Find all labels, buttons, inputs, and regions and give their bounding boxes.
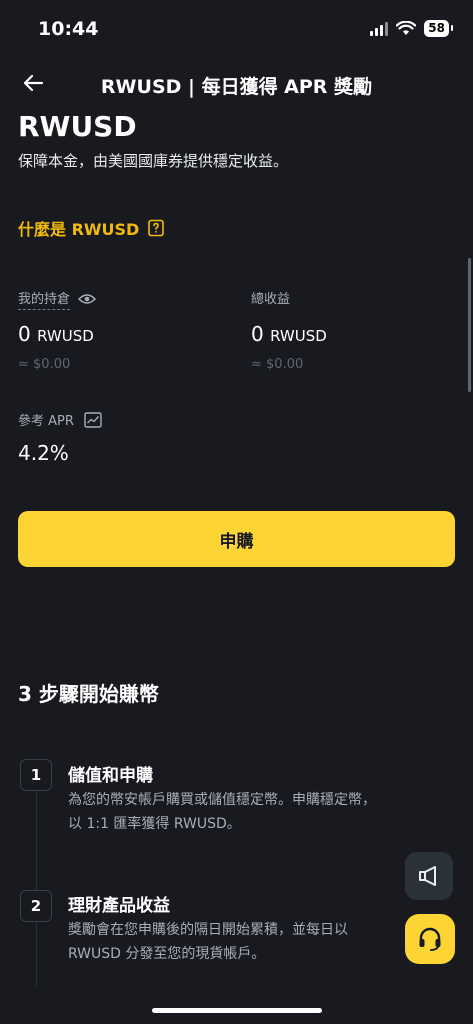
battery-indicator: 58 <box>424 20 453 37</box>
signal-icon <box>370 21 389 36</box>
step-title: 理財產品收益 <box>68 896 170 916</box>
holdings-amount: 0 <box>18 322 31 346</box>
status-icons: 58 <box>370 20 453 37</box>
earnings-unit: RWUSD <box>270 327 327 345</box>
step-number: 2 <box>20 890 52 922</box>
holdings-label-row: 我的持倉 <box>18 288 97 310</box>
subscribe-button[interactable]: 申購 <box>18 511 455 567</box>
apr-label: 參考 APR <box>18 414 74 429</box>
apr-label-row: 參考 APR <box>18 410 102 429</box>
customer-support-button[interactable] <box>405 914 455 964</box>
apr-value: 4.2% <box>18 441 69 465</box>
chart-line-icon[interactable] <box>84 411 102 428</box>
what-is-link[interactable]: 什麼是 RWUSD <box>18 216 165 240</box>
home-indicator <box>152 1008 322 1013</box>
status-time: 10:44 <box>38 18 99 40</box>
earnings-amount: 0 <box>251 322 264 346</box>
holdings-unit: RWUSD <box>37 327 94 345</box>
step-description-line: RWUSD 分發至您的現貨帳戶。 <box>68 946 266 962</box>
product-title: RWUSD <box>18 110 137 143</box>
earnings-value: 0 RWUSD <box>251 322 327 346</box>
step-connector <box>36 921 37 986</box>
steps-title: 3 步驟開始賺幣 <box>18 682 159 706</box>
step-number: 1 <box>20 759 52 791</box>
megaphone-icon <box>419 866 436 886</box>
question-box-icon <box>148 219 165 237</box>
announcement-button[interactable] <box>405 852 453 900</box>
product-subtitle: 保障本金，由美國國庫券提供穩定收益。 <box>18 152 289 170</box>
eye-icon[interactable] <box>78 292 97 306</box>
holdings-label: 我的持倉 <box>18 288 71 310</box>
step-description-line: 以 1:1 匯率獲得 RWUSD。 <box>68 816 241 832</box>
step-title: 儲值和申購 <box>68 766 153 786</box>
step-description-line: 為您的幣安帳戶購買或儲值穩定幣。申購穩定幣， <box>68 792 376 808</box>
step-description: 獎勵會在您申購後的隔日開始累積，並每日以 RWUSD 分發至您的現貨帳戶。 <box>68 918 438 966</box>
holdings-usd: ≈ $0.00 <box>18 357 71 372</box>
earnings-label: 總收益 <box>251 292 291 307</box>
headset-icon <box>419 927 441 951</box>
holdings-value: 0 RWUSD <box>18 322 94 346</box>
step-connector <box>36 790 37 895</box>
scrollbar[interactable] <box>468 258 471 392</box>
step-description: 為您的幣安帳戶購買或儲值穩定幣。申購穩定幣， 以 1:1 匯率獲得 RWUSD。 <box>68 788 438 836</box>
page-title: RWUSD | 每日獲得 APR 獎勵 <box>100 76 373 98</box>
wifi-icon <box>396 21 417 35</box>
what-is-label: 什麼是 RWUSD <box>18 220 140 239</box>
step-description-line: 獎勵會在您申購後的隔日開始累積，並每日以 <box>68 922 348 938</box>
earnings-usd: ≈ $0.00 <box>251 357 304 372</box>
